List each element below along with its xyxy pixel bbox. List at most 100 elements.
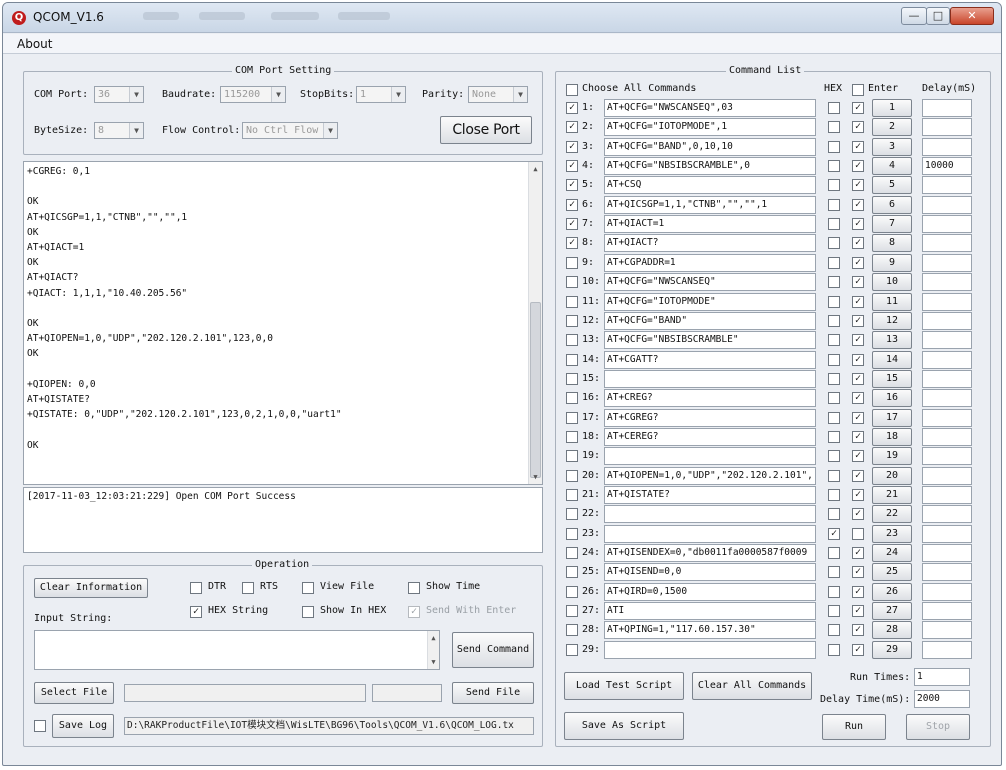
command-delay-input[interactable] — [922, 466, 972, 485]
view-file-checkbox[interactable] — [302, 582, 314, 594]
scroll-down-icon[interactable]: ▼ — [529, 470, 542, 484]
command-delay-input[interactable] — [922, 292, 972, 311]
command-enter-checkbox[interactable] — [852, 527, 864, 540]
scroll-down-icon[interactable]: ▼ — [428, 655, 439, 669]
command-enter-checkbox[interactable]: ✓ — [852, 314, 864, 327]
close-port-button[interactable]: Close Port — [440, 116, 532, 144]
command-select-checkbox[interactable] — [566, 450, 578, 463]
command-select-checkbox[interactable] — [566, 372, 578, 385]
command-hex-checkbox[interactable] — [828, 372, 840, 385]
command-hex-checkbox[interactable] — [828, 489, 840, 501]
send-command-20-button[interactable]: 20 — [872, 466, 912, 485]
scroll-thumb[interactable] — [530, 302, 541, 478]
command-input[interactable]: AT+QISEND=0,0 — [604, 563, 816, 582]
send-command-9-button[interactable]: 9 — [872, 253, 912, 272]
send-command-2-button[interactable]: 2 — [872, 118, 912, 137]
send-file-button[interactable]: Send File — [452, 682, 534, 704]
send-command-17-button[interactable]: 17 — [872, 408, 912, 427]
maximize-button[interactable]: □ — [926, 7, 950, 25]
command-input[interactable] — [604, 447, 816, 466]
flow-control-select[interactable]: No Ctrl Flow ▼ — [242, 122, 338, 139]
send-command-11-button[interactable]: 11 — [872, 292, 912, 311]
command-enter-checkbox[interactable]: ✓ — [852, 566, 864, 579]
command-input[interactable] — [604, 369, 816, 388]
command-hex-checkbox[interactable] — [828, 450, 840, 463]
command-input[interactable]: AT+QCFG="BAND" — [604, 311, 816, 330]
input-string-field[interactable]: ▲ ▼ — [34, 630, 440, 670]
command-hex-checkbox[interactable] — [828, 547, 840, 560]
menu-about[interactable]: About — [17, 37, 52, 51]
input-scrollbar[interactable]: ▲ ▼ — [427, 631, 439, 669]
command-hex-checkbox[interactable] — [828, 605, 840, 618]
status-log-textarea[interactable]: [2017-11-03_12:03:21:229] Open COM Port … — [23, 487, 543, 553]
command-hex-checkbox[interactable] — [828, 102, 840, 114]
command-input[interactable] — [604, 640, 816, 659]
command-delay-input[interactable] — [922, 331, 972, 350]
close-window-button[interactable]: ✕ — [950, 7, 994, 25]
command-delay-input[interactable] — [922, 137, 972, 156]
command-enter-checkbox[interactable]: ✓ — [852, 121, 864, 134]
command-input[interactable]: AT+QCFG="NWSCANSEQ",03 — [604, 99, 816, 117]
command-select-checkbox[interactable] — [566, 295, 578, 308]
command-hex-checkbox[interactable] — [828, 121, 840, 134]
command-select-checkbox[interactable] — [566, 547, 578, 560]
command-select-checkbox[interactable]: ✓ — [566, 140, 578, 153]
clear-information-button[interactable]: Clear Information — [34, 578, 148, 598]
command-delay-input[interactable] — [922, 563, 972, 582]
command-delay-input[interactable] — [922, 544, 972, 563]
command-delay-input[interactable] — [922, 408, 972, 427]
command-delay-input[interactable] — [922, 582, 972, 601]
send-command-26-button[interactable]: 26 — [872, 582, 912, 601]
command-select-checkbox[interactable]: ✓ — [566, 237, 578, 250]
send-command-7-button[interactable]: 7 — [872, 215, 912, 234]
send-with-enter-checkbox[interactable]: ✓ — [408, 606, 420, 618]
receive-log-textarea[interactable]: +CGREG: 0,1 OK AT+QICSGP=1,1,"CTNB","","",… — [23, 161, 543, 485]
command-input[interactable]: AT+QIACT? — [604, 234, 816, 253]
send-command-4-button[interactable]: 4 — [872, 157, 912, 176]
command-select-checkbox[interactable]: ✓ — [566, 160, 578, 173]
command-input[interactable]: AT+CEREG? — [604, 427, 816, 446]
command-enter-checkbox[interactable]: ✓ — [852, 160, 864, 173]
enter-all-checkbox[interactable] — [852, 84, 864, 96]
send-command-10-button[interactable]: 10 — [872, 273, 912, 292]
send-command-8-button[interactable]: 8 — [872, 234, 912, 253]
command-enter-checkbox[interactable]: ✓ — [852, 469, 864, 482]
command-input[interactable]: AT+QISENDEX=0,"db0011fa0000587f0009 — [604, 544, 816, 563]
bytesize-select[interactable]: 8 ▼ — [94, 122, 144, 139]
command-hex-checkbox[interactable] — [828, 430, 840, 443]
command-input[interactable]: ATI — [604, 602, 816, 621]
command-select-checkbox[interactable]: ✓ — [566, 218, 578, 231]
command-hex-checkbox[interactable] — [828, 140, 840, 153]
command-hex-checkbox[interactable] — [828, 585, 840, 598]
command-delay-input[interactable] — [922, 447, 972, 466]
command-enter-checkbox[interactable]: ✓ — [852, 547, 864, 560]
command-input[interactable]: AT+QIOPEN=1,0,"UDP","202.120.2.101", — [604, 466, 816, 485]
command-delay-input[interactable] — [922, 273, 972, 292]
command-select-checkbox[interactable] — [566, 605, 578, 618]
command-select-checkbox[interactable] — [566, 489, 578, 501]
send-command-25-button[interactable]: 25 — [872, 563, 912, 582]
command-input[interactable]: AT+QCFG="NBSIBSCRAMBLE" — [604, 331, 816, 350]
run-times-input[interactable]: 1 — [914, 668, 970, 686]
command-input[interactable]: AT+CGREG? — [604, 408, 816, 427]
command-hex-checkbox[interactable] — [828, 179, 840, 192]
select-file-button[interactable]: Select File — [34, 682, 114, 704]
command-input[interactable]: AT+QIACT=1 — [604, 215, 816, 234]
choose-all-checkbox[interactable] — [566, 84, 578, 96]
command-hex-checkbox[interactable] — [828, 566, 840, 579]
command-select-checkbox[interactable] — [566, 527, 578, 540]
command-enter-checkbox[interactable]: ✓ — [852, 489, 864, 501]
command-select-checkbox[interactable] — [566, 314, 578, 327]
command-enter-checkbox[interactable]: ✓ — [852, 372, 864, 385]
command-select-checkbox[interactable]: ✓ — [566, 121, 578, 134]
command-select-checkbox[interactable] — [566, 585, 578, 598]
command-enter-checkbox[interactable]: ✓ — [852, 237, 864, 250]
command-enter-checkbox[interactable]: ✓ — [852, 276, 864, 289]
send-command-12-button[interactable]: 12 — [872, 311, 912, 330]
send-command-1-button[interactable]: 1 — [872, 99, 912, 117]
command-select-checkbox[interactable] — [566, 411, 578, 424]
send-command-21-button[interactable]: 21 — [872, 486, 912, 504]
command-hex-checkbox[interactable] — [828, 276, 840, 289]
command-input[interactable]: AT+CREG? — [604, 389, 816, 408]
command-select-checkbox[interactable] — [566, 276, 578, 289]
